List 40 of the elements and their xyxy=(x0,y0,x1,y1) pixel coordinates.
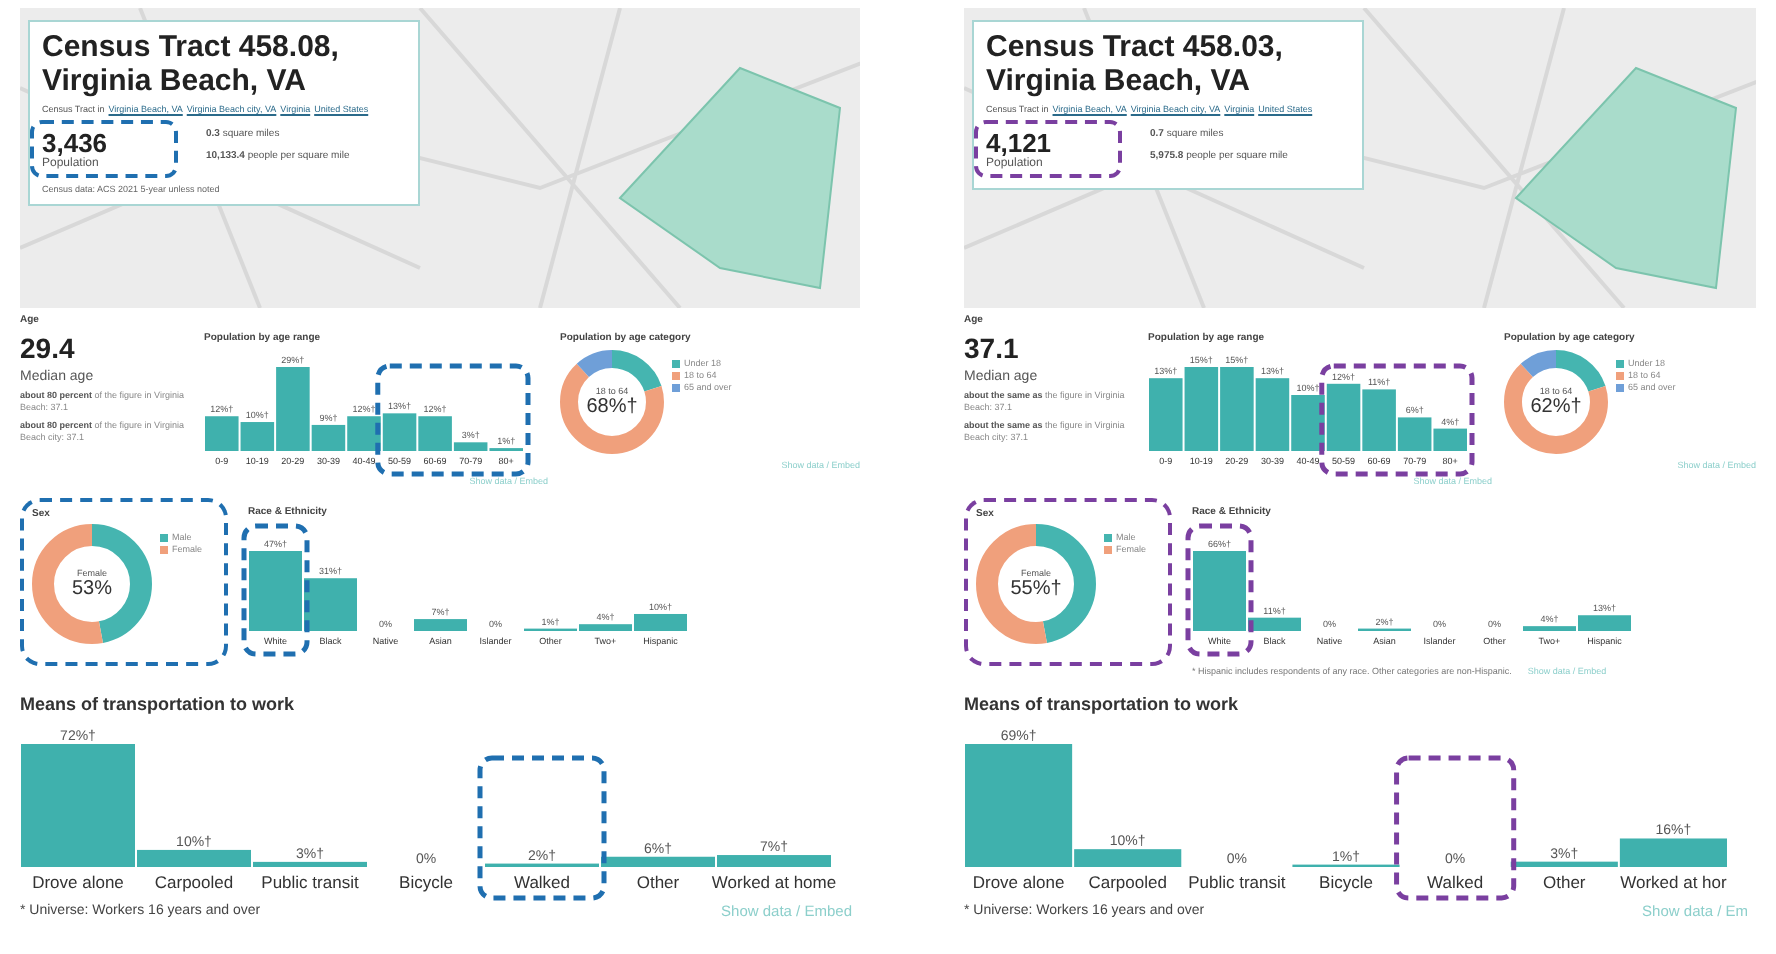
category-label: Bicycle xyxy=(399,872,453,892)
section-heading: Means of transportation to work xyxy=(964,694,1241,714)
median-age-value: 29.4 xyxy=(20,332,77,364)
category-label: Other xyxy=(1543,872,1586,892)
place-title: Census Tract 458.08, Virginia Beach, VA xyxy=(42,30,341,98)
bar xyxy=(1291,395,1325,451)
category-label: Public transit xyxy=(1188,872,1286,892)
bar xyxy=(382,413,417,451)
bar xyxy=(205,416,239,451)
donut-chart-drawing xyxy=(32,524,152,644)
donut-center-value: 53% xyxy=(71,578,112,600)
category-label: Walked xyxy=(513,872,571,892)
category-label: Carpooled xyxy=(1088,872,1167,892)
category-label: Walked xyxy=(1427,872,1484,892)
population-value: 4,121 xyxy=(986,128,1054,158)
bar xyxy=(1255,378,1290,451)
category-label: Worked at hor xyxy=(1620,872,1727,892)
donut-chart-drawing xyxy=(1504,350,1608,454)
category-label: Bicycle xyxy=(1319,872,1373,892)
donut-center-value: 68%† xyxy=(586,396,638,418)
population-value: 3,436 xyxy=(42,128,110,158)
bar xyxy=(1184,367,1219,451)
place-title: Census Tract 458.03, Virginia Beach, VA xyxy=(986,30,1285,98)
section-heading: Means of transportation to work xyxy=(20,694,297,714)
median-age-value: 37.1 xyxy=(964,332,1021,364)
category-label: Drove alone xyxy=(32,872,124,892)
category-label: Drove alone xyxy=(972,872,1065,892)
donut-chart-drawing xyxy=(560,350,664,454)
donut-chart-drawing xyxy=(976,524,1096,644)
bar xyxy=(347,416,381,451)
category-label: Worked at home xyxy=(711,872,837,892)
bar xyxy=(1220,367,1254,451)
category-label: Other xyxy=(636,872,680,892)
category-label: Public transit xyxy=(261,872,359,892)
bar xyxy=(414,619,467,631)
bar xyxy=(1326,383,1361,451)
category-label: Carpooled xyxy=(154,872,234,892)
donut-center-value: 55%† xyxy=(1010,578,1062,600)
donut-center-value: 62%† xyxy=(1530,396,1582,418)
bar xyxy=(1149,378,1183,451)
